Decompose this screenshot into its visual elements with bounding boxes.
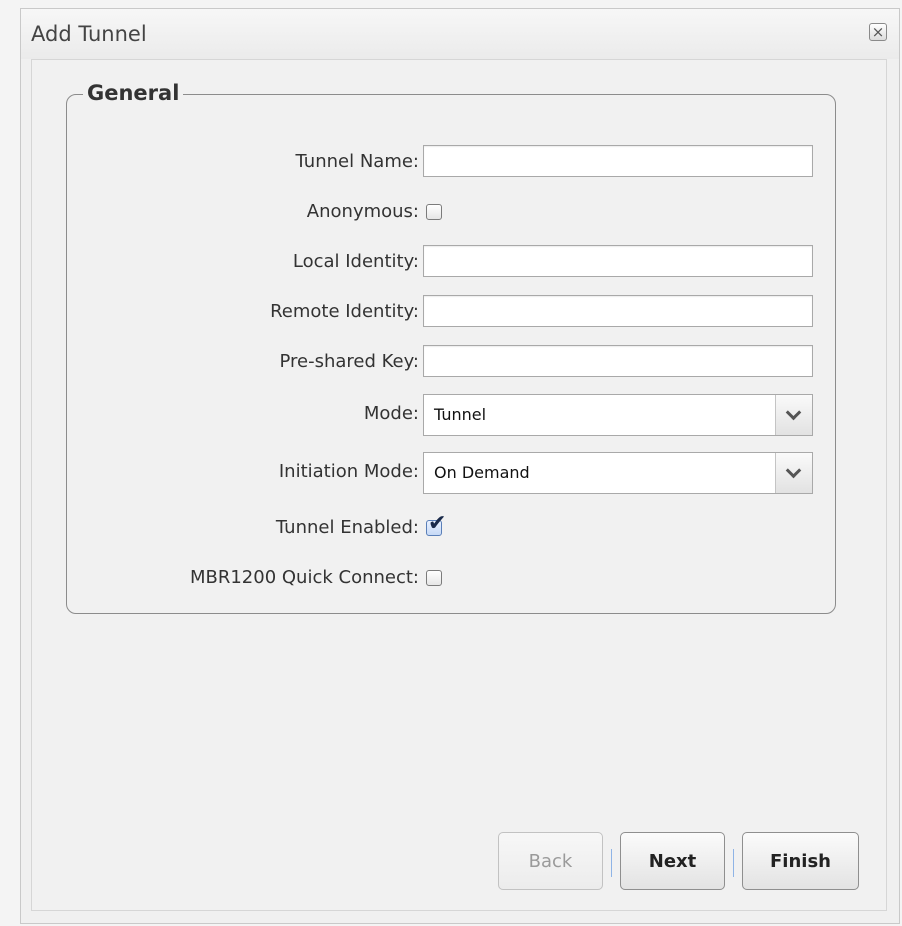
- initiation-mode-label: Initiation Mode:: [278, 461, 419, 482]
- tunnel-enabled-row: Tunnel Enabled: ✔: [67, 511, 837, 545]
- local-identity-row: Local Identity:: [67, 245, 837, 279]
- quick-connect-row: MBR1200 Quick Connect:: [67, 561, 837, 595]
- remote-identity-label: Remote Identity:: [270, 301, 419, 322]
- anonymous-row: Anonymous:: [67, 195, 837, 229]
- add-tunnel-dialog: Add Tunnel × General Tunnel Name: Anonym…: [20, 8, 900, 924]
- initiation-mode-select[interactable]: On Demand: [423, 452, 813, 494]
- anonymous-checkbox[interactable]: [426, 204, 442, 220]
- general-fieldset: General Tunnel Name: Anonymous: Local Id…: [66, 78, 837, 614]
- initiation-mode-select-value: On Demand: [434, 463, 530, 482]
- pre-shared-key-input[interactable]: [423, 345, 813, 377]
- finish-button[interactable]: Finish: [742, 832, 859, 890]
- pre-shared-key-label: Pre-shared Key:: [279, 351, 419, 372]
- mode-label: Mode:: [363, 403, 419, 424]
- initiation-mode-dropdown-button[interactable]: [775, 453, 812, 493]
- chevron-down-icon: [785, 462, 802, 479]
- chevron-down-icon: [785, 404, 802, 421]
- tunnel-name-label: Tunnel Name:: [295, 151, 419, 172]
- remote-identity-input[interactable]: [423, 295, 813, 327]
- next-button[interactable]: Next: [620, 832, 725, 890]
- general-legend: General: [83, 78, 184, 108]
- mode-select[interactable]: Tunnel: [423, 394, 813, 436]
- mode-row: Mode: Tunnel: [67, 394, 837, 436]
- remote-identity-row: Remote Identity:: [67, 295, 837, 329]
- mode-select-value: Tunnel: [434, 405, 487, 424]
- close-icon[interactable]: ×: [869, 23, 887, 41]
- anonymous-label: Anonymous:: [306, 201, 419, 222]
- local-identity-label: Local Identity:: [292, 251, 419, 272]
- tunnel-enabled-label: Tunnel Enabled:: [275, 517, 419, 538]
- button-separator: [733, 849, 734, 877]
- checkmark-icon: ✔: [428, 511, 447, 536]
- pre-shared-key-row: Pre-shared Key:: [67, 345, 837, 379]
- back-button[interactable]: Back: [498, 832, 603, 890]
- quick-connect-label: MBR1200 Quick Connect:: [189, 567, 419, 588]
- dialog-titlebar: Add Tunnel ×: [21, 9, 899, 59]
- tunnel-enabled-checkbox[interactable]: ✔: [426, 513, 446, 536]
- tunnel-name-input[interactable]: [423, 145, 813, 177]
- local-identity-input[interactable]: [423, 245, 813, 277]
- quick-connect-checkbox[interactable]: [426, 570, 442, 586]
- button-separator: [611, 849, 612, 877]
- mode-dropdown-button[interactable]: [775, 395, 812, 435]
- tunnel-name-row: Tunnel Name:: [67, 145, 837, 179]
- dialog-title: Add Tunnel: [31, 22, 147, 46]
- initiation-mode-row: Initiation Mode: On Demand: [67, 452, 837, 494]
